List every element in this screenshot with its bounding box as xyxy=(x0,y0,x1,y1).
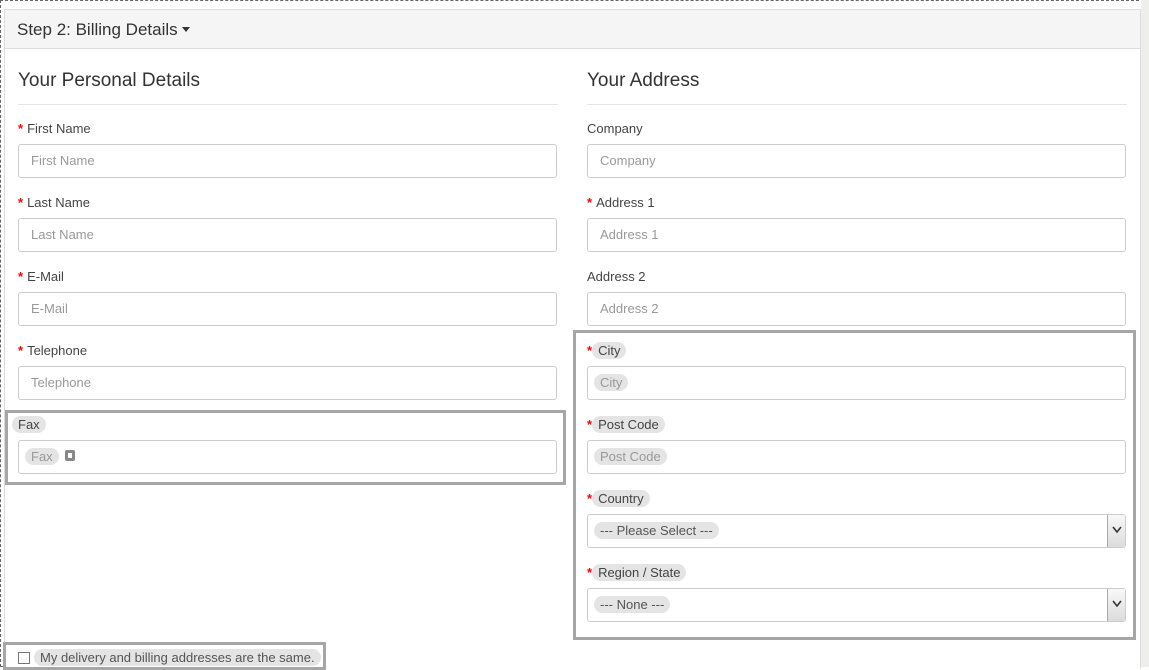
personal-details-legend: Your Personal Details xyxy=(18,70,558,105)
city-input[interactable]: City xyxy=(587,366,1126,400)
required-asterisk: * xyxy=(587,195,593,210)
panel-heading[interactable]: Step 2: Billing Details xyxy=(5,10,1140,49)
required-asterisk: * xyxy=(18,195,24,210)
input-helper-icon xyxy=(65,450,75,461)
company-label: Company xyxy=(587,121,643,136)
region-label: * Region / State xyxy=(587,564,687,581)
chevron-down-icon[interactable] xyxy=(1107,515,1125,547)
required-asterisk: * xyxy=(18,121,24,136)
city-placeholder: City xyxy=(594,374,629,391)
region-selected-value: --- None --- xyxy=(594,596,671,613)
chevron-down-icon[interactable] xyxy=(1107,589,1125,621)
fax-input[interactable]: Fax xyxy=(18,440,557,474)
same-address-label: My delivery and billing addresses are th… xyxy=(34,649,321,666)
email-label: * E-Mail xyxy=(18,269,64,284)
company-input[interactable]: Company xyxy=(587,144,1126,178)
telephone-input[interactable]: Telephone xyxy=(18,366,557,400)
billing-panel: Step 2: Billing Details xyxy=(4,9,1141,669)
panel-title-text: Step 2: Billing Details xyxy=(17,20,178,39)
same-address-option[interactable]: My delivery and billing addresses are th… xyxy=(18,649,321,666)
same-address-checkbox[interactable] xyxy=(18,652,30,664)
country-label: * Country xyxy=(587,490,650,507)
country-select[interactable]: --- Please Select --- xyxy=(587,514,1126,548)
telephone-label: * Telephone xyxy=(18,343,88,358)
region-select[interactable]: --- None --- xyxy=(587,588,1126,622)
first-name-input[interactable]: First Name xyxy=(18,144,557,178)
fax-label: Fax xyxy=(12,416,46,433)
address-1-input[interactable]: Address 1 xyxy=(587,218,1126,252)
post-code-input[interactable]: Post Code xyxy=(587,440,1126,474)
last-name-label: * Last Name xyxy=(18,195,90,210)
fax-placeholder: Fax xyxy=(25,448,59,465)
country-selected-value: --- Please Select --- xyxy=(594,522,719,539)
scroll-gutter xyxy=(1141,0,1149,667)
address-1-label: * Address 1 xyxy=(587,195,655,210)
required-asterisk: * xyxy=(18,269,24,284)
address-2-label: Address 2 xyxy=(587,269,646,284)
panel-title[interactable]: Step 2: Billing Details xyxy=(17,20,190,40)
caret-down-icon xyxy=(181,27,190,33)
address-2-input[interactable]: Address 2 xyxy=(587,292,1126,326)
post-code-placeholder: Post Code xyxy=(594,448,667,465)
required-asterisk: * xyxy=(18,343,24,358)
your-address-legend: Your Address xyxy=(587,70,1127,105)
first-name-label: * First Name xyxy=(18,121,91,136)
city-label: * City xyxy=(587,342,627,359)
email-input[interactable]: E-Mail xyxy=(18,292,557,326)
last-name-input[interactable]: Last Name xyxy=(18,218,557,252)
post-code-label: * Post Code xyxy=(587,416,665,433)
